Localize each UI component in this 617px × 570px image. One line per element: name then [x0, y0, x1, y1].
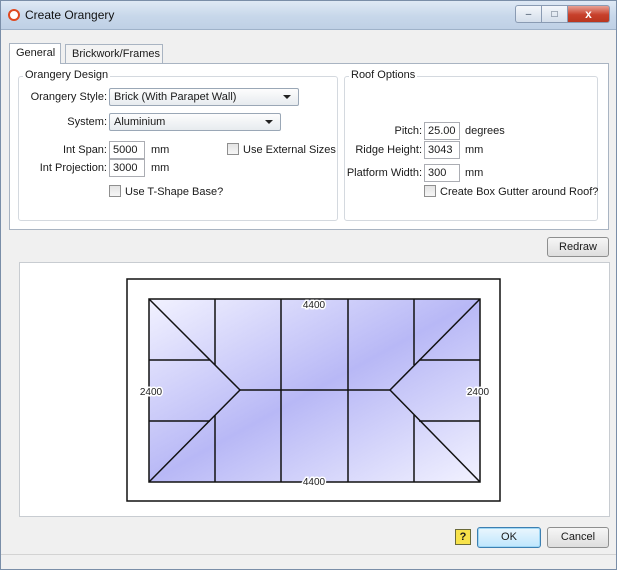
- platform-width-label: Platform Width:: [346, 167, 422, 179]
- ridge-height-label: Ridge Height:: [355, 144, 422, 156]
- cancel-button[interactable]: Cancel: [547, 527, 609, 548]
- box-gutter-label: Create Box Gutter around Roof?: [440, 186, 599, 198]
- right-dimension-label: 2400: [467, 387, 490, 398]
- orangery-design-group: Orangery Design Orangery Style: Brick (W…: [18, 69, 338, 221]
- system-value: Aluminium: [114, 116, 166, 128]
- tab-general[interactable]: General: [9, 43, 61, 64]
- orangery-design-title: Orangery Design: [23, 69, 111, 81]
- pitch-label: Pitch:: [394, 125, 422, 137]
- platform-width-unit: mm: [465, 167, 484, 179]
- status-bar: [1, 554, 616, 569]
- help-button[interactable]: ?: [455, 529, 471, 545]
- pitch-input[interactable]: 25.00: [424, 122, 460, 140]
- pitch-unit: degrees: [465, 125, 505, 137]
- use-tshape-base-label: Use T-Shape Base?: [125, 186, 224, 198]
- close-icon: x: [585, 7, 592, 21]
- minimize-button[interactable]: –: [515, 5, 541, 23]
- system-select[interactable]: Aluminium: [109, 113, 281, 131]
- tab-brickwork-frames[interactable]: Brickwork/Frames: [65, 44, 163, 63]
- close-button[interactable]: x: [567, 5, 610, 23]
- roof-plan-drawing: 4400 4400 2400 2400: [126, 278, 501, 502]
- roof-preview-canvas: 4400 4400 2400 2400: [19, 262, 610, 517]
- box-gutter-checkbox[interactable]: [424, 185, 436, 197]
- help-icon: ?: [459, 531, 467, 543]
- use-external-sizes-label: Use External Sizes: [243, 144, 336, 156]
- roof-options-group: Roof Options Pitch: 25.00 degrees Ridge …: [344, 69, 599, 221]
- ridge-height-unit: mm: [465, 144, 484, 156]
- top-dimension-label: 4400: [303, 300, 326, 311]
- int-projection-unit: mm: [151, 162, 170, 174]
- title-bar[interactable]: Create Orangery – □ x: [1, 1, 616, 30]
- maximize-button[interactable]: □: [541, 5, 567, 23]
- window-controls: – □ x: [515, 5, 610, 23]
- redraw-button[interactable]: Redraw: [547, 237, 609, 257]
- platform-width-input[interactable]: 300: [424, 164, 460, 182]
- window-title: Create Orangery: [25, 8, 115, 22]
- orangery-style-label: Orangery Style:: [30, 91, 107, 103]
- general-tab-panel: Orangery Design Orangery Style: Brick (W…: [9, 63, 609, 230]
- int-span-input[interactable]: 5000: [109, 141, 145, 159]
- ok-button[interactable]: OK: [477, 527, 541, 548]
- chevron-down-icon: [283, 95, 291, 99]
- int-projection-label: Int Projection:: [39, 162, 107, 174]
- int-span-unit: mm: [151, 144, 170, 156]
- minimize-icon: –: [525, 8, 532, 20]
- use-external-sizes-checkbox[interactable]: [227, 143, 239, 155]
- orangery-style-select[interactable]: Brick (With Parapet Wall): [109, 88, 299, 106]
- maximize-icon: □: [551, 8, 558, 20]
- int-span-label: Int Span:: [62, 144, 107, 156]
- app-icon: [8, 9, 20, 21]
- bottom-dimension-label: 4400: [303, 477, 326, 488]
- left-dimension-label: 2400: [140, 387, 163, 398]
- ridge-height-input[interactable]: 3043: [424, 141, 460, 159]
- roof-options-title: Roof Options: [349, 69, 418, 81]
- use-tshape-base-checkbox[interactable]: [109, 185, 121, 197]
- create-orangery-dialog: Create Orangery – □ x General Brickwork/…: [0, 0, 617, 570]
- orangery-style-value: Brick (With Parapet Wall): [114, 91, 237, 103]
- int-projection-input[interactable]: 3000: [109, 159, 145, 177]
- chevron-down-icon: [265, 120, 273, 124]
- system-label: System:: [67, 116, 107, 128]
